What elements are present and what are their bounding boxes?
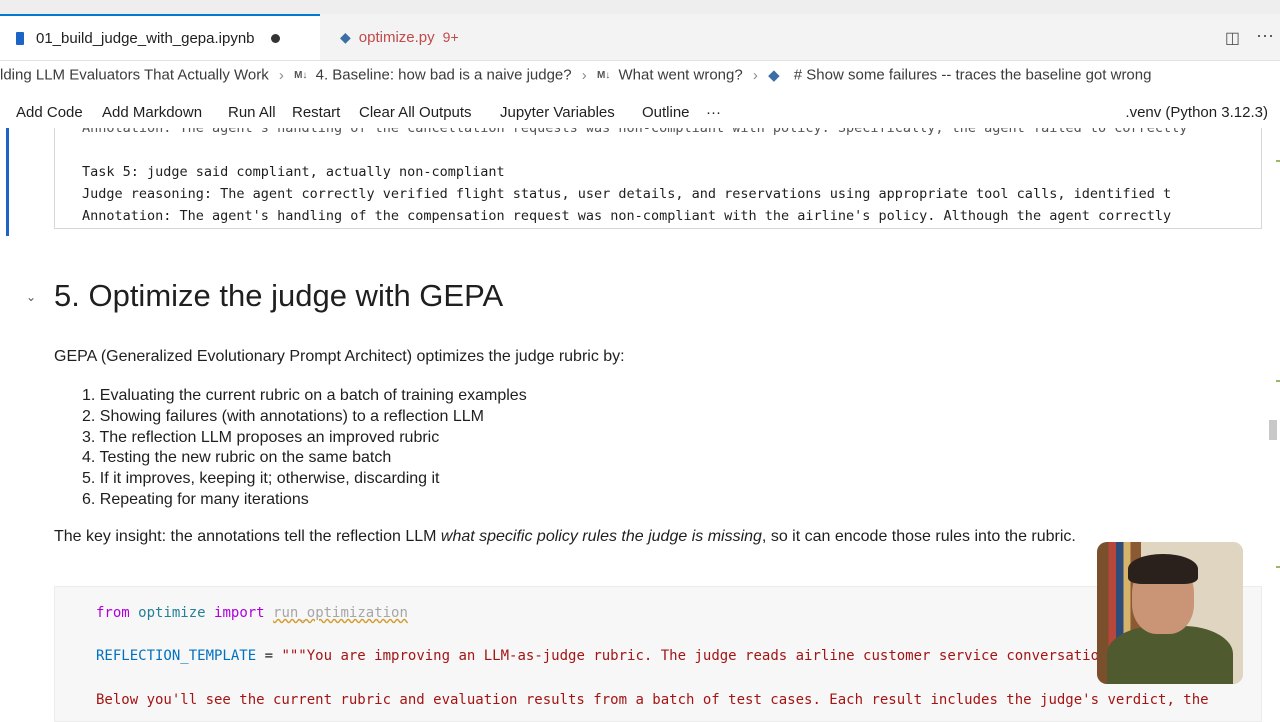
breadcrumb: lding LLM Evaluators That Actually Work … [0,66,1280,92]
breadcrumb-item-0[interactable]: lding LLM Evaluators That Actually Work [0,67,269,84]
person-body [1107,626,1233,684]
restart-button[interactable]: Restart [292,104,340,121]
more-toolbar-icon[interactable]: ··· [706,104,721,121]
insight-paragraph: The key insight: the annotations tell th… [54,528,1214,546]
webcam-overlay [1097,542,1243,684]
list-item: 5. If it improves, keeping it; otherwise… [82,470,440,488]
breadcrumb-item-1[interactable]: 4. Baseline: how bad is a naive judge? [316,67,572,84]
scroll-marker [1276,160,1280,162]
code-keyword: from [96,605,130,621]
output-line: Annotation: The agent's handling of the … [82,208,1172,224]
insight-text-end: , so it can encode those rules into the … [761,528,1076,545]
notebook-icon [16,31,24,45]
code-operator: = [256,648,282,664]
unsaved-dot-icon[interactable] [270,33,280,43]
insight-text: The key insight: the annotations tell th… [54,528,441,545]
more-actions-icon[interactable]: ⋯ [1256,26,1274,47]
clear-outputs-button[interactable]: Clear All Outputs [359,104,472,121]
notebook-toolbar: Add Code Add Markdown Run All Restart Cl… [0,100,1280,128]
intro-paragraph: GEPA (Generalized Evolutionary Prompt Ar… [54,348,625,365]
code-variable: REFLECTION_TEMPLATE [96,648,257,664]
chevron-right-icon: › [581,66,587,84]
window-top-strip [0,0,1280,14]
chevron-right-icon: › [752,66,758,84]
tab-optimize-label: optimize.py [358,28,435,46]
person-hair [1128,554,1198,584]
scroll-marker [1276,380,1280,382]
problem-count-badge: 9+ [442,29,459,45]
add-code-button[interactable]: Add Code [16,104,83,121]
list-item: 2. Showing failures (with annotations) t… [82,407,484,425]
markdown-icon: M↓ [294,69,308,81]
tab-optimize-py[interactable]: ◆ optimize.py 9+ [322,14,512,60]
split-editor-icon[interactable]: ◫ [1225,28,1240,48]
code-function: run_optimization [273,605,408,621]
output-line: Judge reasoning: The agent correctly ver… [82,186,1172,202]
chevron-right-icon: › [278,66,284,84]
scroll-marker [1276,566,1280,568]
kernel-picker[interactable]: .venv (Python 3.12.3) [1125,104,1268,121]
tab-notebook-label: 01_build_judge_with_gepa.ipynb [36,29,255,47]
code-line-import: from optimize import run_optimization [96,605,408,621]
code-string: Below you'll see the current rubric and … [96,692,1209,708]
list-item: 4. Testing the new rubric on the same ba… [82,449,392,467]
editor-tab-bar: 01_build_judge_with_gepa.ipynb ◆ optimiz… [0,14,1280,61]
python-icon: ◆ [340,28,351,45]
code-module: optimize [138,605,206,621]
vertical-scrollbar-thumb[interactable] [1269,420,1277,440]
code-keyword: import [214,605,265,621]
section-heading: 5. Optimize the judge with GEPA [54,278,504,313]
insight-emphasis: what specific policy rules the judge is … [440,528,762,545]
code-line-template: REFLECTION_TEMPLATE = """You are improvi… [96,648,1217,664]
run-all-button[interactable]: Run All [228,104,276,121]
tab-notebook[interactable]: 01_build_judge_with_gepa.ipynb [0,14,320,60]
outline-button[interactable]: Outline [642,104,690,121]
code-cell[interactable]: from optimize import run_optimization RE… [54,586,1262,722]
jupyter-variables-button[interactable]: Jupyter Variables [500,104,615,121]
list-item: 1. Evaluating the current rubric on a ba… [82,387,527,404]
code-string: """You are improving an LLM-as-judge rub… [281,648,1218,664]
markdown-icon: M↓ [596,69,611,81]
add-markdown-button[interactable]: Add Markdown [102,104,202,121]
breadcrumb-item-2[interactable]: What went wrong? [618,67,742,84]
breadcrumb-item-3[interactable]: # Show some failures -- traces the basel… [794,67,1152,84]
collapse-chevron-icon[interactable]: ⌄ [26,290,36,304]
python-icon: ◆ [768,67,780,85]
output-line: Task 5: judge said compliant, actually n… [82,164,505,180]
output-line: Annotation: The agent's handling of the … [82,128,1188,136]
cell-selection-bar [6,128,9,236]
code-line-string: Below you'll see the current rubric and … [96,692,1209,708]
steps-list: 1. Evaluating the current rubric on a ba… [82,386,527,511]
list-item: 6. Repeating for many iterations [82,490,309,508]
list-item: 3. The reflection LLM proposes an improv… [82,428,440,446]
cell-output: Annotation: The agent's handling of the … [54,128,1262,229]
